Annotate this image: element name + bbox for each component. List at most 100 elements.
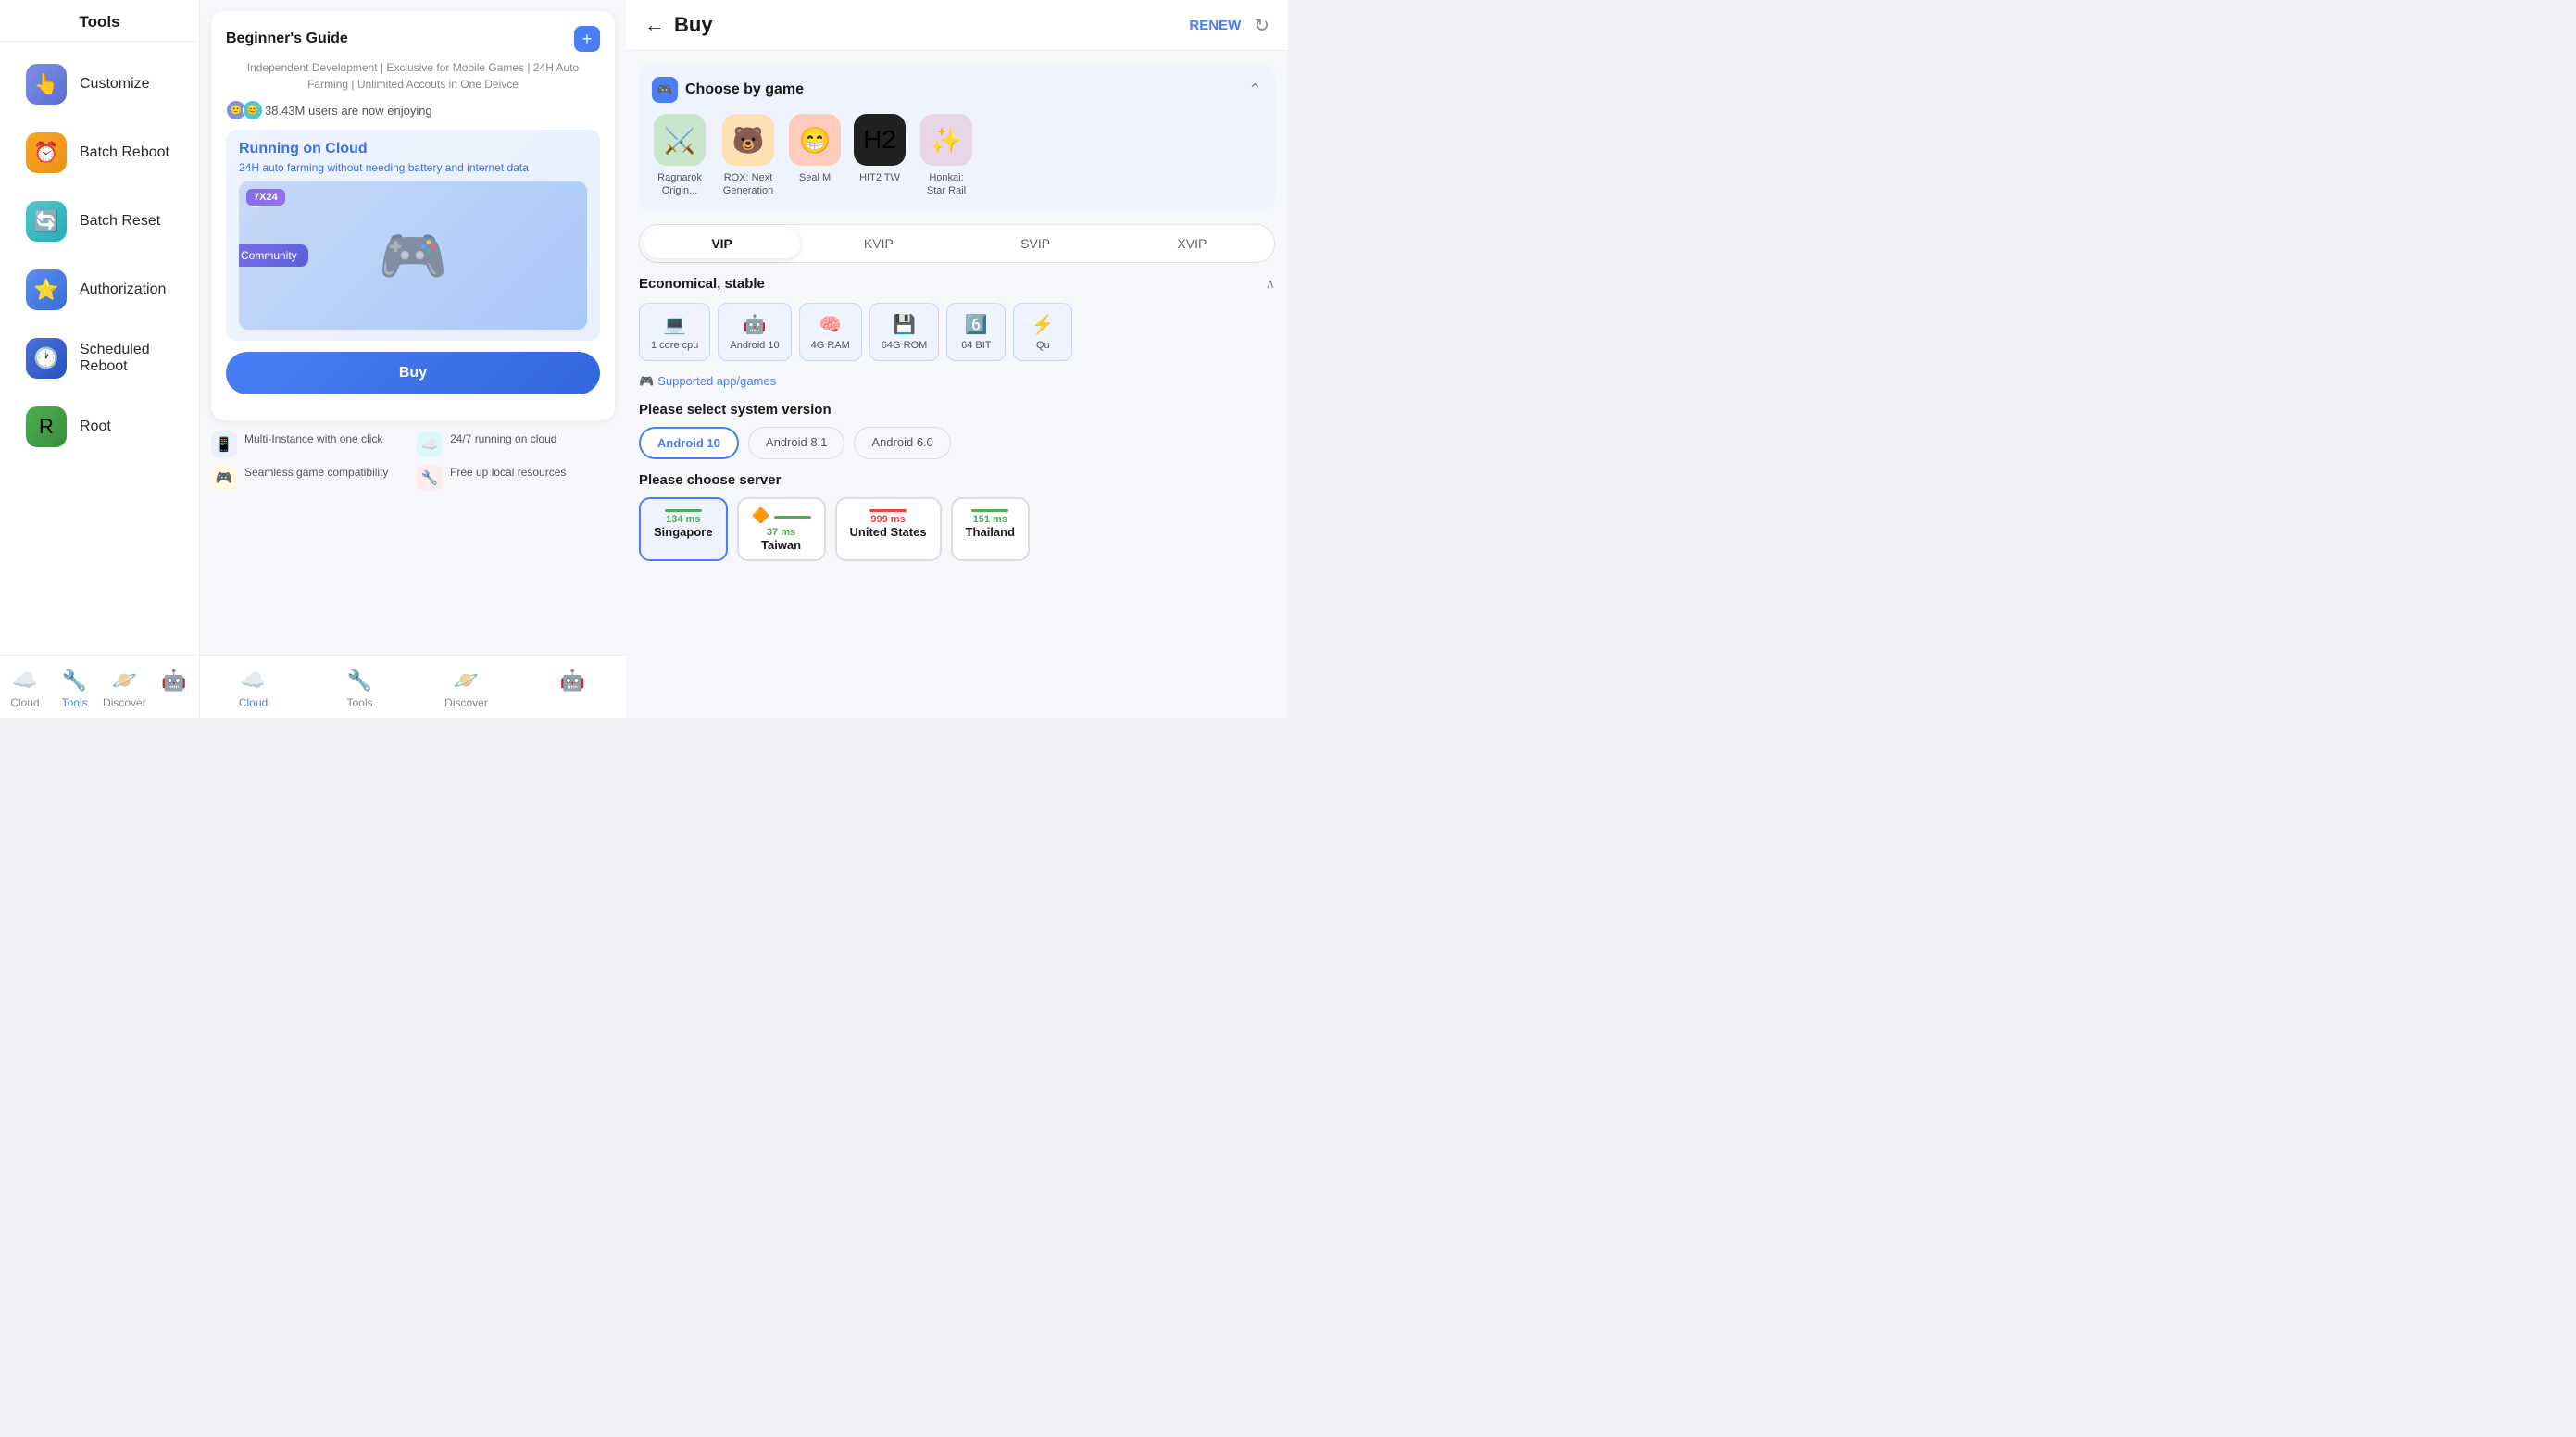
avatar: 😊 xyxy=(243,100,263,120)
vip-tab-xvip[interactable]: XVIP xyxy=(1114,229,1270,258)
left-nav-discover[interactable]: 🪐 Discover xyxy=(100,663,150,715)
spec-label-android: Android 10 xyxy=(730,340,779,351)
tool-item-customize[interactable]: 👆 Customize xyxy=(7,51,192,118)
vip-tab-kvip[interactable]: KVIP xyxy=(800,229,957,258)
server-flag-taiwan: 🔶 xyxy=(752,506,770,525)
mid-nav-cloud[interactable]: ☁️ Cloud xyxy=(200,663,306,715)
spec-label-rom: 64G ROM xyxy=(882,340,928,351)
left-nav-label-cloud: Cloud xyxy=(10,696,39,709)
mid-nav-discover[interactable]: 🪐 Discover xyxy=(413,663,519,715)
middle-panel: Beginner's Guide + Independent Developme… xyxy=(200,0,626,718)
game-icon-seal[interactable]: 😁 Seal M xyxy=(789,114,841,198)
spec-item-ram[interactable]: 🧠 4G RAM xyxy=(799,303,862,361)
server-section: Please choose server 134 ms Singapore 🔶 … xyxy=(639,472,1275,561)
spec-item-android[interactable]: 🤖 Android 10 xyxy=(718,303,791,361)
specs-collapse-icon[interactable]: ∧ xyxy=(1266,276,1275,292)
game-label-honkai: Honkai: Star Rail xyxy=(919,171,974,198)
renew-button[interactable]: RENEW xyxy=(1189,18,1241,33)
game-label-ragnarok: Ragnarok Origin... xyxy=(652,171,707,198)
banner-character-emoji: 🎮 xyxy=(379,223,448,289)
left-nav-robot[interactable]: 🤖 xyxy=(149,663,199,715)
server-heading: Please choose server xyxy=(639,472,1275,488)
specs-section-header: Economical, stable ∧ xyxy=(639,276,1275,292)
server-pill-taiwan[interactable]: 🔶 37 ms Taiwan xyxy=(737,497,826,561)
refresh-icon[interactable]: ↻ xyxy=(1254,14,1269,37)
left-nav-tools[interactable]: 🔧 Tools xyxy=(50,663,100,715)
tool-icon-root: R xyxy=(26,406,67,447)
left-nav-label-tools: Tools xyxy=(62,696,88,709)
back-button[interactable]: ← xyxy=(644,13,665,37)
vip-tab-svip[interactable]: SVIP xyxy=(957,229,1114,258)
server-name-singapore: Singapore xyxy=(654,525,713,539)
tool-icon-batch-reboot: ⏰ xyxy=(26,132,67,173)
guide-card-header: Beginner's Guide + xyxy=(226,26,600,52)
server-ping-taiwan: 37 ms xyxy=(767,527,795,538)
spec-item-rom[interactable]: 💾 64G ROM xyxy=(869,303,940,361)
tool-icon-scheduled-reboot: 🕐 xyxy=(26,338,67,379)
tool-label-root: Root xyxy=(80,419,111,435)
guide-card: Beginner's Guide + Independent Developme… xyxy=(211,11,615,420)
feature-text-0: Multi-Instance with one click xyxy=(244,431,382,447)
spec-item-bit[interactable]: 6️⃣ 64 BIT xyxy=(946,303,1006,361)
expand-icon[interactable]: ⌃ xyxy=(1248,81,1262,100)
version-pill-0[interactable]: Android 10 xyxy=(639,427,739,459)
choose-game-icon: 🎮 xyxy=(652,77,678,103)
left-nav-label-discover: Discover xyxy=(103,696,146,709)
right-header: ← Buy RENEW ↻ xyxy=(626,0,1288,51)
mid-nav-tools[interactable]: 🔧 Tools xyxy=(306,663,413,715)
server-pill-thailand[interactable]: 151 ms Thailand xyxy=(951,497,1030,561)
server-ping-bar-singapore xyxy=(665,509,702,512)
tool-item-batch-reboot[interactable]: ⏰ Batch Reboot xyxy=(7,119,192,186)
guide-plus-btn[interactable]: + xyxy=(574,26,600,52)
server-ping-bar-thailand xyxy=(971,509,1008,512)
tool-label-customize: Customize xyxy=(80,76,150,93)
version-pills: Android 10 Android 8.1 Android 6.0 xyxy=(639,427,1275,459)
game-icon-hit2tw[interactable]: H2 HIT2 TW xyxy=(854,114,906,198)
mid-nav-icon-cloud: ☁️ xyxy=(241,669,266,693)
version-section: Please select system version Android 10A… xyxy=(639,402,1275,459)
tool-item-root[interactable]: R Root xyxy=(7,394,192,460)
feature-text-3: Free up local resources xyxy=(450,465,566,481)
specs-section-title: Economical, stable xyxy=(639,276,765,292)
game-img-rox: 🐻 xyxy=(722,114,774,166)
tool-icon-customize: 👆 xyxy=(26,64,67,105)
feature-icon-3: 🔧 xyxy=(417,465,443,491)
tool-item-authorization[interactable]: ⭐ Authorization xyxy=(7,256,192,323)
feature-icon-1: ☁️ xyxy=(417,431,443,457)
supported-link[interactable]: 🎮 Supported app/games xyxy=(639,374,1275,389)
game-icon-rox[interactable]: 🐻 ROX: Next Generation xyxy=(720,114,776,198)
game-icon-ragnarok[interactable]: ⚔️ Ragnarok Origin... xyxy=(652,114,707,198)
middle-bottom-nav: ☁️ Cloud 🔧 Tools 🪐 Discover 🤖 xyxy=(200,655,626,718)
left-nav-icon-robot: 🤖 xyxy=(161,669,186,693)
choose-game-title: 🎮 Choose by game xyxy=(652,77,804,103)
tool-label-batch-reboot: Batch Reboot xyxy=(80,144,169,161)
version-pill-2[interactable]: Android 6.0 xyxy=(854,427,951,459)
choose-game-card: 🎮 Choose by game ⌃ ⚔️ Ragnarok Origin...… xyxy=(639,64,1275,211)
community-badge[interactable]: Community xyxy=(239,244,308,267)
server-pill-singapore[interactable]: 134 ms Singapore xyxy=(639,497,728,561)
tool-item-scheduled-reboot[interactable]: 🕐 Scheduled Reboot xyxy=(7,325,192,392)
cloud-banner: Running on Cloud 24H auto farming withou… xyxy=(226,130,600,341)
spec-icon-cpu: 💻 xyxy=(663,313,686,336)
version-pill-1[interactable]: Android 8.1 xyxy=(748,427,845,459)
choose-game-header: 🎮 Choose by game ⌃ xyxy=(652,77,1262,103)
tool-item-batch-reset[interactable]: 🔄 Batch Reset xyxy=(7,188,192,255)
version-heading: Please select system version xyxy=(639,402,1275,418)
vip-tab-vip[interactable]: VIP xyxy=(644,229,800,258)
avatar-stack: 🙂 😊 xyxy=(226,100,259,120)
game-label-hit2tw: HIT2 TW xyxy=(859,171,900,184)
guide-subtitle: Independent Development | Exclusive for … xyxy=(226,59,600,93)
server-name-taiwan: Taiwan xyxy=(761,538,801,552)
mid-nav-robot[interactable]: 🤖 xyxy=(519,663,626,715)
left-nav-icon-discover: 🪐 xyxy=(112,669,137,693)
feature-text-1: 24/7 running on cloud xyxy=(450,431,556,447)
mid-nav-icon-tools: 🔧 xyxy=(347,669,372,693)
mid-nav-label-tools: Tools xyxy=(346,696,372,709)
user-count: 🙂 😊 38.43M users are now enjoying xyxy=(226,100,600,120)
game-icon-honkai[interactable]: ✨ Honkai: Star Rail xyxy=(919,114,974,198)
spec-item-qu[interactable]: ⚡ Qu xyxy=(1013,303,1072,361)
spec-item-cpu[interactable]: 💻 1 core cpu xyxy=(639,303,710,361)
left-nav-cloud[interactable]: ☁️ Cloud xyxy=(0,663,50,715)
server-pill-us[interactable]: 999 ms United States xyxy=(835,497,942,561)
buy-button[interactable]: Buy xyxy=(226,352,600,394)
